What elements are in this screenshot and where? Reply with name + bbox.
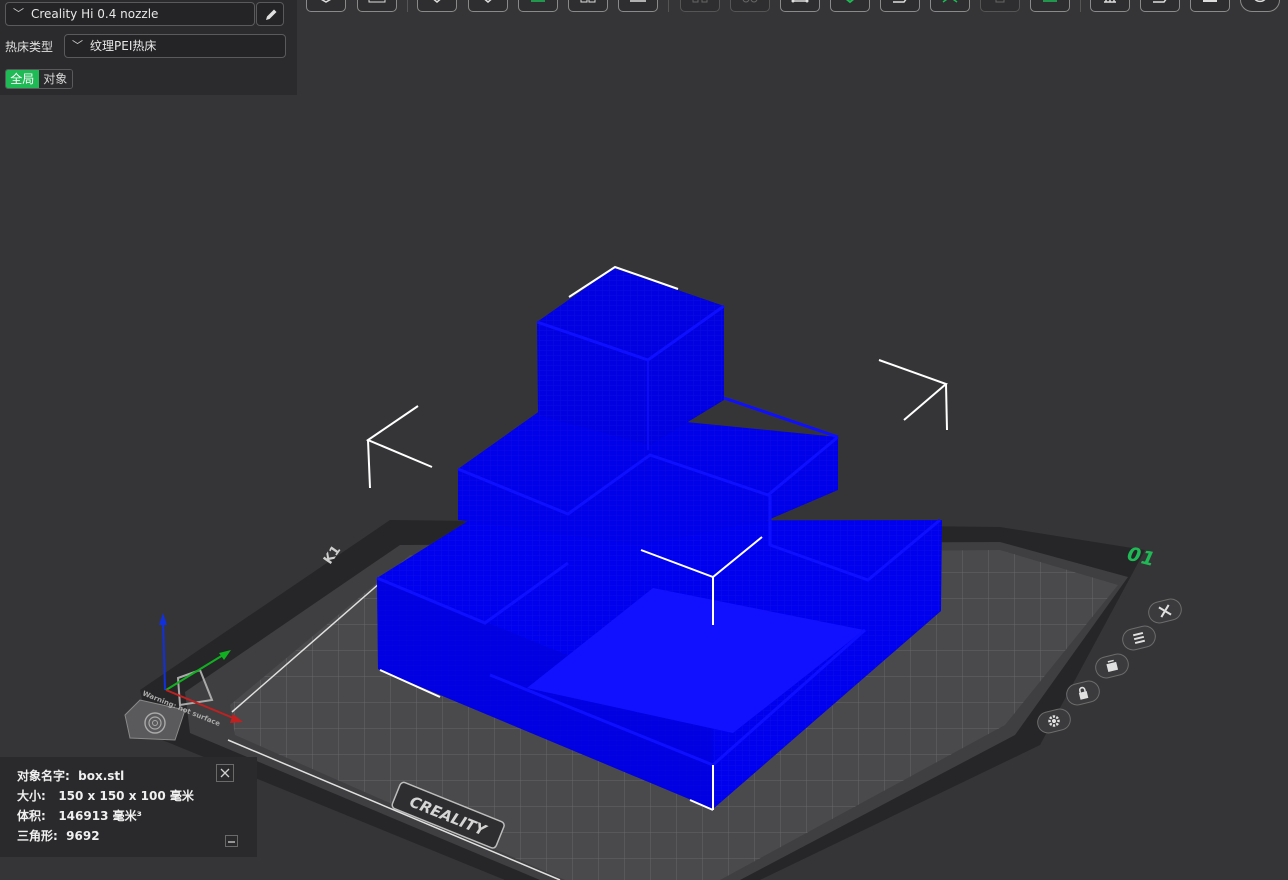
chevron-down-icon: ﹀ [72, 39, 83, 52]
bed-type-label: 热床类型 [5, 40, 54, 54]
add-box-button[interactable] [306, 0, 346, 12]
split-parts-icon [742, 0, 758, 3]
arrange-button[interactable] [568, 0, 608, 12]
measure-button[interactable] [780, 0, 820, 12]
slice-preview-icon [846, 0, 854, 4]
close-icon [1158, 604, 1172, 618]
edit-text-button[interactable] [1140, 0, 1180, 12]
pencil-icon [266, 9, 277, 20]
orient-button[interactable] [417, 0, 457, 12]
auto-orient-button[interactable] [468, 0, 508, 12]
add-box-icon [320, 0, 332, 3]
top-toolbar [300, 0, 1288, 16]
bed-type-select[interactable]: ﹀ 纹理PEI热床 [64, 34, 286, 58]
tab-object[interactable]: 对象 [38, 70, 72, 88]
grid-icon [368, 0, 386, 3]
edit-text-icon [1153, 0, 1167, 3]
cut-icon [1104, 0, 1116, 3]
object-info-panel: 对象名字: box.stl 大小: 150 x 150 x 100 毫米 体积:… [0, 757, 257, 857]
lock-icon [1078, 686, 1089, 700]
split-parts-button[interactable] [730, 0, 770, 12]
close-icon [220, 768, 230, 778]
auto-icon [1106, 659, 1119, 673]
cut-button[interactable] [1090, 0, 1130, 12]
arrange-icon [580, 0, 596, 3]
list-icon [1132, 631, 1146, 645]
lay-flat-button[interactable] [518, 0, 558, 12]
variable-layer-button[interactable] [1030, 0, 1070, 12]
scale-icon [1203, 0, 1217, 2]
object-name: 对象名字: box.stl [17, 769, 125, 783]
info-icon [1254, 0, 1266, 3]
grid-button[interactable] [357, 0, 397, 12]
toolbar-separator [668, 0, 669, 12]
align-button[interactable] [618, 0, 658, 12]
split-objects-button[interactable] [680, 0, 720, 12]
chevron-down-icon: ﹀ [13, 7, 24, 20]
scale-button[interactable] [1190, 0, 1230, 12]
auto-orient-icon [484, 0, 492, 3]
tab-global[interactable]: 全局 [6, 70, 39, 88]
bed-type-select-value: 纹理PEI热床 [90, 39, 157, 53]
orient-icon [433, 0, 441, 3]
variable-layer-icon [1043, 0, 1057, 2]
split-objects-icon [692, 0, 708, 3]
settings-panel: ﹀ Creality Hi 0.4 nozzle 热床类型 ﹀ 纹理PEI热床 … [0, 0, 297, 95]
support-button[interactable] [980, 0, 1020, 12]
edit-printer-button[interactable] [256, 2, 284, 26]
seam-paint-icon [942, 0, 958, 3]
info-close-button[interactable] [216, 764, 234, 782]
scope-toggle: 全局 对象 [5, 69, 73, 89]
object-volume: 体积: 146913 毫米³ [17, 809, 142, 823]
3d-viewport[interactable]: K1 Warning: hot surface CREALITY [0, 0, 1288, 880]
object-triangles: 三角形: 9692 [17, 829, 100, 843]
nozzle-select[interactable]: ﹀ Creality Hi 0.4 nozzle [5, 2, 255, 26]
support-icon [995, 0, 1005, 3]
toolbar-separator [407, 0, 408, 12]
settings-icon [1048, 715, 1060, 727]
object-size: 大小: 150 x 150 x 100 毫米 [17, 789, 194, 803]
paint-button[interactable] [880, 0, 920, 12]
nozzle-select-value: Creality Hi 0.4 nozzle [31, 7, 159, 21]
lay-flat-icon [531, 0, 545, 2]
paint-icon [893, 0, 907, 3]
info-button[interactable] [1240, 0, 1280, 12]
minus-icon [228, 841, 235, 843]
align-icon [630, 0, 646, 2]
info-collapse-button[interactable] [225, 835, 238, 847]
slice-preview-button[interactable] [830, 0, 870, 12]
seam-paint-button[interactable] [930, 0, 970, 12]
toolbar-separator [1080, 0, 1081, 12]
measure-icon [791, 0, 809, 3]
